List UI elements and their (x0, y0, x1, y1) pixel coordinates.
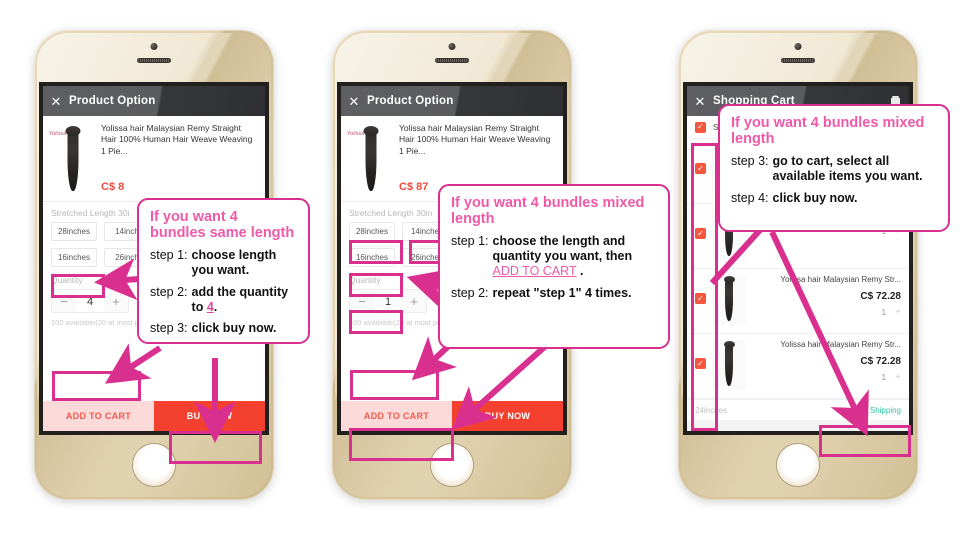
earpiece-speaker (435, 58, 469, 63)
product-price: C$ 8 (101, 181, 125, 194)
front-camera-icon (448, 43, 456, 50)
step-text: go to cart, select all available items y… (772, 154, 923, 184)
highlight-quantity-stepper-p2 (350, 370, 439, 400)
step-label: step 1: (451, 234, 489, 249)
earpiece-speaker (137, 58, 171, 63)
product-title: Yolissa hair Malaysian Remy Straight Hai… (399, 123, 551, 156)
cart-item-qty[interactable]: 1+ (752, 372, 901, 383)
cart-item-name: Yolissa hair Malaysian Remy Str... (780, 275, 901, 284)
cart-item-qty-plus[interactable]: + (895, 372, 901, 383)
add-to-cart-emphasis: ADD TO CART (492, 263, 577, 278)
callout-3-title: If you want 4 bundles mixed length (731, 115, 925, 148)
step-label: step 2: (150, 284, 188, 299)
callout-3-step-4: step 4: click buy now. (731, 191, 937, 206)
close-icon[interactable]: ✕ (43, 95, 69, 108)
length-option-28inches[interactable]: 28inches (349, 222, 395, 241)
callout-2-step-1: step 1: choose the length and quantity y… (451, 234, 657, 278)
cart-item-name: Yolissa hair Malaysian Remy Str... (780, 340, 901, 349)
step-label: step 4: (731, 190, 769, 205)
callout-2-title: If you want 4 bundles mixed length (451, 195, 645, 228)
step-text: click buy now. (772, 190, 858, 205)
product-text-block: Yolissa hair Malaysian Remy Straight Hai… (97, 123, 257, 197)
front-camera-icon (150, 43, 158, 50)
step-text: choose length you want. (191, 248, 277, 278)
callout-1-step-2: step 2: add the quantity to 4. (150, 285, 297, 315)
hair-bundle-image (363, 126, 379, 191)
step-label: step 3: (731, 154, 769, 169)
phone-2-appbar-title: Product Option (367, 95, 454, 107)
step-text: repeat "step 1" 4 times. (492, 285, 632, 300)
length-option-28inches[interactable]: 28inches (51, 222, 97, 241)
front-camera-icon (794, 43, 802, 50)
cart-item-qty-value: 1 (881, 307, 887, 318)
cart-item-price: C$ 72.28 (860, 291, 901, 303)
cart-item-qty-plus[interactable]: + (895, 307, 901, 318)
step-label: step 3: (150, 321, 188, 336)
phone-1-product-header: Yolissa Yolissa hair Malaysian Remy Stra… (43, 116, 265, 201)
buy-now-button[interactable]: BUY NOW (452, 401, 563, 431)
callout-1: If you want 4 bundles same length step 1… (137, 198, 310, 344)
quantity-emphasis: 4 (206, 299, 214, 314)
store-checkbox[interactable]: ✓ (695, 121, 706, 133)
phone-2-appbar: ✕ Product Option (341, 86, 563, 116)
cart-item-price: C$ 72.28 (860, 356, 901, 368)
step-text: click buy now. (191, 321, 277, 336)
highlight-buy-now (169, 431, 262, 464)
product-thumbnail[interactable]: Yolissa (347, 123, 395, 197)
callout-3-step-3: step 3: go to cart, select all available… (731, 154, 937, 184)
highlight-add-to-cart-p2 (349, 428, 454, 461)
add-to-cart-button[interactable]: ADD TO CART (341, 401, 452, 431)
buy-now-button[interactable]: BUY NOW (154, 401, 265, 431)
highlight-length-30inches-p2 (349, 273, 403, 297)
home-button[interactable] (777, 444, 819, 486)
quantity-increase-button[interactable]: + (402, 295, 426, 308)
highlight-length-28inches-p2 (349, 240, 403, 264)
add-to-cart-button[interactable]: ADD TO CART (43, 401, 154, 431)
free-shipping-label: Free Shipping (851, 405, 901, 415)
screenshot-canvas: ✕ Product Option Yolissa Yolissa hair Ma… (0, 0, 960, 556)
cart-item-info: Yolissa hair Malaysian Remy Str... C$ 72… (746, 275, 901, 318)
step-text: choose the length and quantity you want,… (492, 234, 633, 278)
product-title: Yolissa hair Malaysian Remy Straight Hai… (101, 123, 253, 156)
phone-1-appbar-title: Product Option (69, 95, 156, 107)
phone-1-appbar: ✕ Product Option (43, 86, 265, 116)
cart-item-qty[interactable]: 1+ (752, 307, 901, 318)
cart-item-info: Yolissa hair Malaysian Remy Str... C$ 72… (746, 340, 901, 383)
hair-bundle-image (65, 126, 81, 191)
step-label: step 1: (150, 248, 188, 263)
cart-item-row[interactable]: ✓ Yolissa hair Malaysian Remy Str... C$ … (687, 269, 909, 334)
callout-3: If you want 4 bundles mixed length step … (718, 104, 950, 232)
highlight-length-30inches (51, 274, 105, 298)
callout-1-step-1: step 1: choose length you want. (150, 248, 297, 278)
highlight-quantity-stepper (52, 371, 141, 401)
highlight-cart-checkboxes (691, 143, 718, 431)
hair-bundle-image (723, 341, 735, 386)
callout-1-step-3: step 3: click buy now. (150, 321, 297, 336)
close-icon[interactable]: ✕ (341, 95, 367, 108)
cart-item-row[interactable]: ✓ Yolissa hair Malaysian Remy Str... C$ … (687, 334, 909, 399)
phone-1-cta-row: ADD TO CART BUY NOW (43, 401, 265, 431)
product-thumbnail[interactable]: Yolissa (49, 123, 97, 197)
earpiece-speaker (781, 58, 815, 63)
callout-1-title: If you want 4 bundles same length (150, 209, 295, 242)
callout-2-step-2: step 2: repeat "step 1" 4 times. (451, 286, 657, 301)
phone-2-cta-row: ADD TO CART BUY NOW (341, 401, 563, 431)
step-text: add the quantity to 4. (191, 284, 289, 314)
cart-item-qty-value: 1 (881, 372, 887, 383)
brand-logo: Yolissa (347, 131, 365, 137)
hair-bundle-image (723, 276, 735, 321)
quantity-increase-button[interactable]: + (104, 295, 128, 308)
callout-2: If you want 4 bundles mixed length step … (438, 184, 670, 349)
highlight-buy-4 (819, 425, 911, 457)
brand-logo: Yolissa (49, 131, 67, 137)
highlight-length-16inches-p2 (349, 310, 403, 334)
length-option-16inches[interactable]: 16inches (51, 248, 97, 267)
cart-item-footer: 24inches Free Shipping (687, 399, 909, 420)
step-label: step 2: (451, 285, 489, 300)
close-icon[interactable]: ✕ (687, 95, 713, 108)
